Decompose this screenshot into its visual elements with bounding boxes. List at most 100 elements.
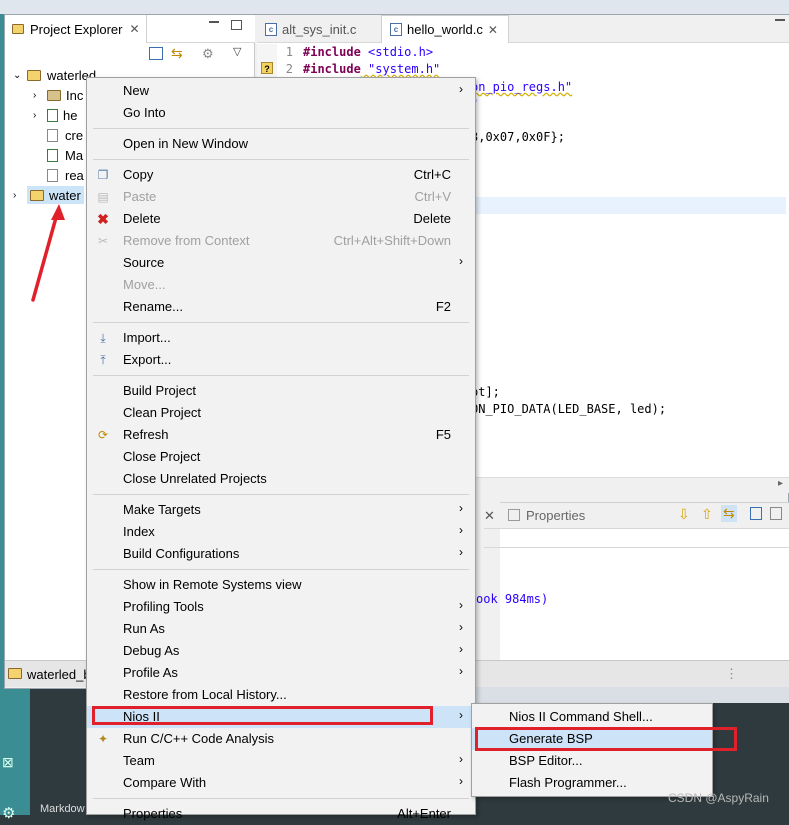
warning-marker-icon[interactable]: ? [261, 62, 273, 74]
watermark: CSDN @AspyRain [668, 791, 769, 805]
tree-item-includes[interactable]: › Inc [33, 85, 83, 105]
view-icon[interactable] [770, 507, 782, 520]
menu-item-build-configurations[interactable]: Build Configurations › [87, 543, 475, 565]
close-icon[interactable]: ✕ [488, 23, 498, 37]
project-folder-icon [8, 667, 22, 682]
menu-item-run-code-analysis[interactable]: ✦ Run C/C++ Code Analysis [87, 728, 475, 750]
markdown-tab-label: Markdow [40, 803, 85, 815]
settings-gear-icon[interactable]: ⚙ [2, 804, 15, 822]
menu-item-paste[interactable]: ▤ Paste Ctrl+V [87, 186, 475, 208]
chevron-right-icon: › [459, 501, 463, 515]
tree-item-label: Inc [66, 87, 84, 103]
menu-item-compare-with[interactable]: Compare With › [87, 772, 475, 794]
menu-item-restore-local-history[interactable]: Restore from Local History... [87, 684, 475, 706]
expand-chevron-icon[interactable]: › [33, 110, 47, 121]
maximize-icon[interactable] [231, 20, 242, 30]
menu-item-refresh[interactable]: ⟳ Refresh F5 [87, 424, 475, 446]
screenshot-tool-icon[interactable]: ⊠ [2, 754, 14, 771]
tree-item-readme[interactable]: rea [47, 165, 84, 185]
new-window-icon[interactable] [750, 507, 762, 520]
tree-item-label: cre [65, 127, 84, 143]
status-selected-item: waterled_b [27, 667, 91, 682]
tab-label: hello_world.c [407, 22, 483, 37]
link-icon[interactable]: ⇆ [721, 505, 737, 522]
chevron-right-icon: › [459, 82, 463, 96]
expand-chevron-icon[interactable]: › [13, 190, 25, 201]
menu-item-new[interactable]: New › [87, 80, 475, 102]
menu-item-properties[interactable]: Properties Alt+Enter [87, 803, 475, 825]
menu-separator [93, 128, 469, 129]
menu-item-nios-ii-command-shell[interactable]: Nios II Command Shell... [472, 706, 712, 728]
filter-icon[interactable]: ⚙ [202, 46, 214, 62]
menu-item-team[interactable]: Team › [87, 750, 475, 772]
tree-item-label: Ma [65, 147, 84, 163]
c-file-icon: c [390, 23, 402, 36]
arrow-up-icon[interactable]: ⇧ [701, 506, 713, 523]
tree-item-hello[interactable]: › he [33, 105, 77, 125]
link-with-editor-icon[interactable]: ⇆ [171, 45, 183, 62]
tab-project-explorer[interactable]: Project Explorer ✕ [5, 15, 147, 43]
menu-item-move[interactable]: Move... [87, 274, 475, 296]
code-line-1: #include <stdio.h> [303, 45, 434, 59]
menu-separator [93, 375, 469, 376]
chevron-right-icon: › [459, 254, 463, 268]
menu-item-clean-project[interactable]: Clean Project [87, 402, 475, 424]
menu-item-source[interactable]: Source › [87, 252, 475, 274]
menu-item-index[interactable]: Index › [87, 521, 475, 543]
code-analysis-icon: ✦ [97, 732, 109, 746]
expand-chevron-icon[interactable]: ⌄ [13, 70, 25, 81]
menu-item-delete[interactable]: ✖ Delete Delete [87, 208, 475, 230]
chevron-right-icon: › [459, 545, 463, 559]
console-output: ook 984ms) [476, 592, 549, 606]
current-line-highlight [476, 197, 786, 214]
c-file-icon: c [265, 22, 277, 36]
menu-item-profiling-tools[interactable]: Profiling Tools › [87, 596, 475, 618]
tree-item-project-waterled[interactable]: ⌄ waterled [13, 65, 96, 85]
includes-folder-icon [47, 89, 61, 101]
properties-icon [508, 509, 520, 521]
export-icon: ⤒ [100, 352, 106, 367]
menu-item-remove-from-context[interactable]: ✂ Remove from Context Ctrl+Alt+Shift+Down [87, 230, 475, 252]
project-explorer-tabbar: Project Explorer ✕ [5, 15, 255, 43]
horizontal-scrollbar[interactable]: ▸ [471, 477, 789, 493]
collapse-all-icon[interactable] [149, 47, 163, 60]
minimize-icon[interactable] [775, 19, 785, 21]
arrow-down-icon[interactable]: ⇩ [678, 506, 690, 523]
tab-hello-world[interactable]: c hello_world.c ✕ [381, 15, 509, 43]
menu-item-make-targets[interactable]: Make Targets › [87, 499, 475, 521]
menu-item-debug-as[interactable]: Debug As › [87, 640, 475, 662]
menu-item-build-project[interactable]: Build Project [87, 380, 475, 402]
menu-item-bsp-editor[interactable]: BSP Editor... [472, 750, 712, 772]
menu-item-go-into[interactable]: Go Into [87, 102, 475, 124]
close-icon[interactable]: ✕ [127, 22, 141, 36]
project-folder-icon [30, 189, 44, 201]
menu-item-close-project[interactable]: Close Project [87, 446, 475, 468]
menu-separator [93, 798, 469, 799]
menu-item-show-remote-systems[interactable]: Show in Remote Systems view [87, 574, 475, 596]
tree-item-create[interactable]: cre [47, 125, 83, 145]
menu-item-export[interactable]: ⤒ Export... [87, 349, 475, 371]
tree-item-label: rea [65, 167, 84, 183]
menu-item-rename[interactable]: Rename... F2 [87, 296, 475, 318]
tab-properties[interactable]: Properties [526, 508, 585, 523]
menu-item-open-new-window[interactable]: Open in New Window [87, 133, 475, 155]
view-menu-chevron-down-icon[interactable]: ▽ [233, 45, 241, 58]
menu-item-run-as[interactable]: Run As › [87, 618, 475, 640]
menu-item-import[interactable]: ⤓ Import... [87, 327, 475, 349]
top-window-strip [0, 0, 789, 14]
expand-chevron-icon[interactable]: › [33, 90, 47, 101]
menu-separator [93, 322, 469, 323]
menu-separator [93, 159, 469, 160]
menu-item-copy[interactable]: ❐ Copy Ctrl+C [87, 164, 475, 186]
code-fragment: on_pio_regs.h" [471, 80, 573, 94]
makefile-icon [47, 148, 58, 162]
minimize-icon[interactable] [209, 21, 219, 23]
menu-item-close-unrelated-projects[interactable]: Close Unrelated Projects [87, 468, 475, 490]
chevron-right-icon: › [459, 642, 463, 656]
tab-alt-sys-init[interactable]: c alt_sys_init.c [257, 15, 379, 43]
menu-item-profile-as[interactable]: Profile As › [87, 662, 475, 684]
tree-item-makefile[interactable]: Ma [47, 145, 83, 165]
scroll-right-icon[interactable]: ▸ [778, 478, 783, 489]
close-icon[interactable]: ✕ [484, 508, 495, 524]
delete-icon: ✖ [97, 210, 109, 227]
